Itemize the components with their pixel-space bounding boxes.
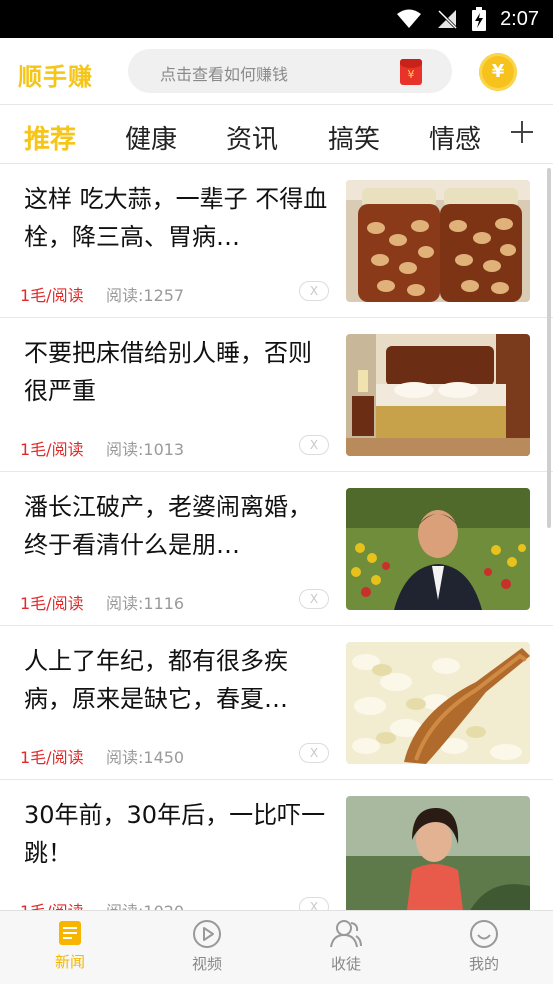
- coin-symbol: ¥: [491, 61, 505, 82]
- article-thumbnail[interactable]: [346, 796, 530, 910]
- add-channel-icon[interactable]: [509, 117, 535, 143]
- battery-charging-icon: [472, 7, 487, 31]
- red-packet-symbol: ¥: [407, 68, 415, 81]
- reward-rate: 1毛/阅读: [20, 594, 84, 613]
- read-count: 阅读:1116: [106, 594, 185, 613]
- list-item[interactable]: 潘长江破产，老婆闹离婚，终于看清什么是朋… 1毛/阅读 阅读:1116 X: [0, 472, 553, 626]
- status-bar: 2:07: [0, 0, 553, 38]
- dismiss-button[interactable]: X: [299, 589, 329, 609]
- nav-label: 视频: [191, 955, 222, 973]
- bottom-navigation: 新闻 视频 收徒 我的: [0, 910, 553, 984]
- article-thumbnail[interactable]: [346, 642, 530, 764]
- scrollbar[interactable]: [547, 168, 551, 528]
- tab-funny[interactable]: 搞笑: [328, 119, 380, 156]
- search-placeholder: 点击查看如何赚钱: [160, 65, 289, 84]
- nav-label: 我的: [468, 955, 499, 973]
- dismiss-button[interactable]: X: [299, 281, 329, 301]
- profile-smile-icon: [470, 920, 498, 948]
- tab-news[interactable]: 资讯: [226, 119, 278, 156]
- gold-coin-button[interactable]: ¥: [479, 53, 517, 91]
- apprentice-users-icon: [330, 920, 362, 948]
- list-item[interactable]: 不要把床借给别人睡，否则很严重 1毛/阅读 阅读:1013 X: [0, 318, 553, 472]
- nav-label: 收徒: [330, 955, 361, 973]
- list-item[interactable]: 人上了年纪，都有很多疾病，原来是缺它，春夏… 1毛/阅读 阅读:1450 X: [0, 626, 553, 780]
- nav-apprentice[interactable]: 收徒: [306, 919, 386, 974]
- read-count: 阅读:1020: [106, 898, 184, 910]
- article-title[interactable]: 不要把床借给别人睡，否则很严重: [24, 334, 330, 410]
- article-title[interactable]: 人上了年纪，都有很多疾病，原来是缺它，春夏…: [24, 642, 330, 718]
- reward-rate: 1毛/阅读: [20, 898, 84, 910]
- list-item[interactable]: 这样 吃大蒜，一辈子 不得血栓，降三高、胃病… 1毛/阅读 阅读:1257 X: [0, 164, 553, 318]
- nav-profile[interactable]: 我的: [444, 919, 524, 974]
- reward-rate: 1毛/阅读: [20, 440, 84, 459]
- category-tabs: 推荐 健康 资讯 搞笑 情感: [0, 104, 553, 164]
- reward-rate: 1毛/阅读: [20, 748, 84, 767]
- dismiss-button[interactable]: X: [299, 897, 329, 910]
- dismiss-button[interactable]: X: [299, 743, 329, 763]
- app-header: 顺手赚 点击查看如何赚钱 ¥ ¥: [0, 38, 553, 104]
- nav-video[interactable]: 视频: [167, 919, 247, 974]
- read-count: 阅读:1257: [106, 286, 185, 305]
- news-feed[interactable]: 这样 吃大蒜，一辈子 不得血栓，降三高、胃病… 1毛/阅读 阅读:1257 X …: [0, 164, 553, 910]
- nav-label: 新闻: [54, 953, 85, 971]
- tab-health[interactable]: 健康: [125, 119, 177, 156]
- news-icon: [59, 921, 81, 945]
- reward-rate: 1毛/阅读: [20, 286, 84, 305]
- article-title[interactable]: 这样 吃大蒜，一辈子 不得血栓，降三高、胃病…: [24, 180, 330, 256]
- read-count: 阅读:1013: [106, 440, 185, 459]
- list-item[interactable]: 30年前，30年后，一比吓一跳！ 1毛/阅读 阅读:1020 X: [0, 780, 553, 910]
- app-logo: 顺手赚: [18, 63, 93, 91]
- clock: 2:07: [500, 7, 539, 30]
- no-signal-icon: [438, 9, 458, 30]
- article-title[interactable]: 30年前，30年后，一比吓一跳！: [24, 796, 330, 872]
- red-packet-icon[interactable]: ¥: [400, 59, 422, 85]
- dismiss-button[interactable]: X: [299, 435, 329, 455]
- wifi-icon: [397, 9, 422, 28]
- nav-news[interactable]: 新闻: [30, 919, 110, 972]
- tab-emotion[interactable]: 情感: [429, 119, 481, 156]
- search-bar[interactable]: 点击查看如何赚钱 ¥: [128, 49, 452, 93]
- article-thumbnail[interactable]: [346, 334, 530, 456]
- article-thumbnail[interactable]: [346, 180, 530, 302]
- tab-recommended[interactable]: 推荐: [24, 119, 76, 156]
- video-play-icon: [193, 920, 221, 948]
- status-icons: 2:07: [396, 0, 539, 38]
- read-count: 阅读:1450: [106, 748, 185, 767]
- article-title[interactable]: 潘长江破产，老婆闹离婚，终于看清什么是朋…: [24, 488, 330, 564]
- article-thumbnail[interactable]: [346, 488, 530, 610]
